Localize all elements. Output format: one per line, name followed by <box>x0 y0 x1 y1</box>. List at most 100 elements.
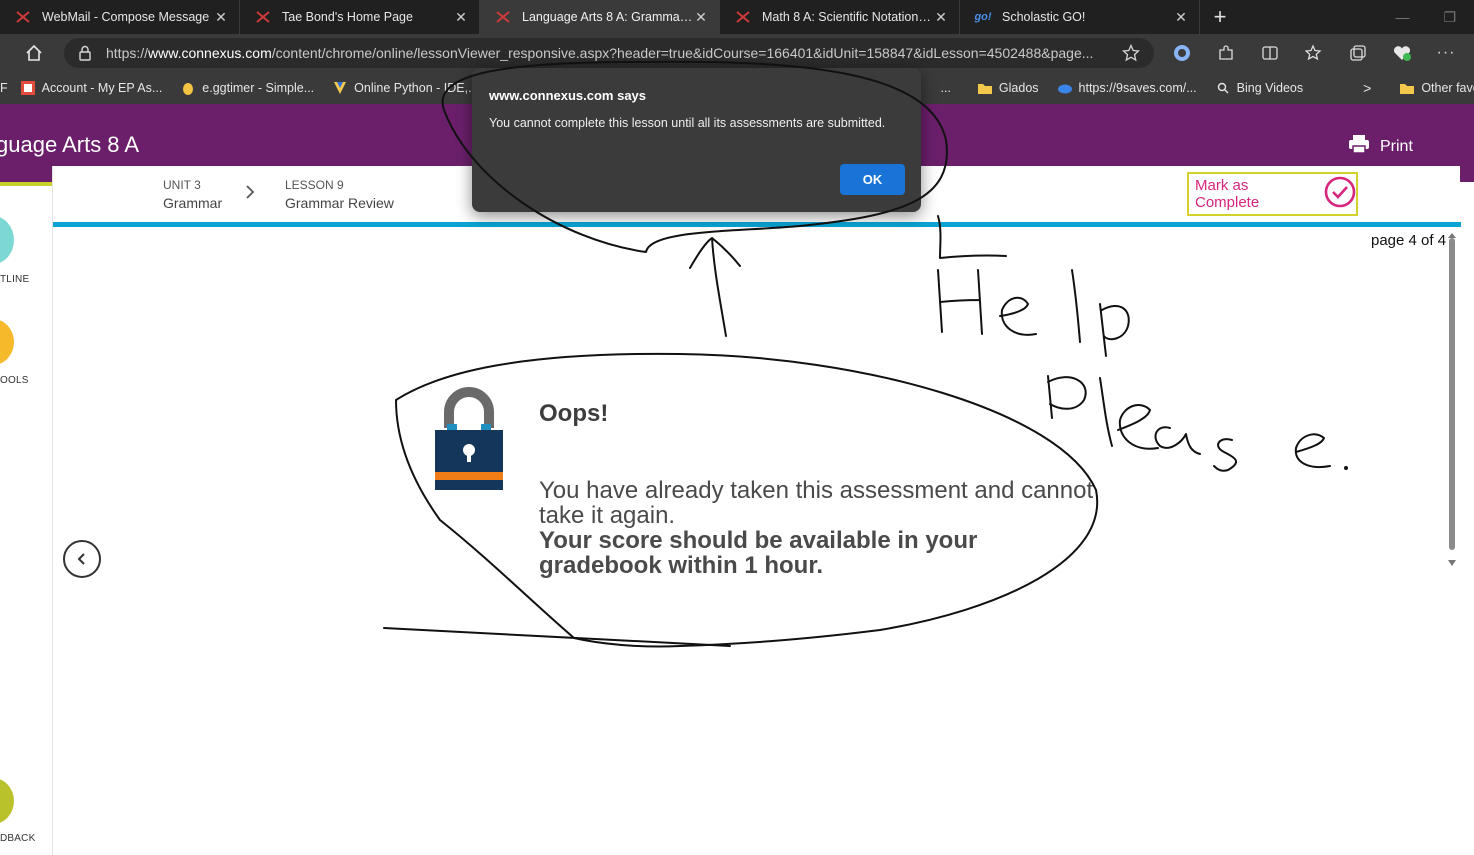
tab-close-icon[interactable]: ✕ <box>1173 9 1189 26</box>
header-accent-line <box>0 182 52 186</box>
favorite-item[interactable]: ... <box>941 81 951 95</box>
outline-button[interactable] <box>0 216 14 264</box>
more-options-icon[interactable]: ··· <box>1436 43 1456 63</box>
favorite-label: Glados <box>998 81 1039 95</box>
page-indicator: page 4 of 4 <box>1371 232 1447 249</box>
outline-label: TLINE <box>0 274 30 285</box>
lesson-content: UNIT 3 Grammar LESSON 9 Grammar Review M… <box>52 166 1461 855</box>
tab-title: WebMail - Compose Message <box>42 10 210 24</box>
search-icon <box>1215 80 1231 96</box>
lock-icon[interactable] <box>78 45 94 61</box>
tab-title: Tae Bond's Home Page <box>282 10 413 24</box>
print-label: Print <box>1380 137 1413 155</box>
connexus-favicon-icon <box>734 10 752 24</box>
tab-close-icon[interactable]: ✕ <box>453 9 469 26</box>
collections-icon[interactable] <box>1348 43 1368 63</box>
folder-icon <box>977 80 993 96</box>
tab-close-icon[interactable]: ✕ <box>693 9 709 26</box>
star-icon[interactable] <box>1122 44 1140 62</box>
split-screen-icon[interactable] <box>1260 43 1280 63</box>
favorite-label: ... <box>940 81 951 95</box>
tab-title: Scholastic GO! <box>1002 10 1086 24</box>
padlock-icon <box>433 386 505 499</box>
window-controls: — ❐ <box>1395 0 1474 34</box>
tab-language-arts[interactable]: Language Arts 8 A: Grammar Revi ✕ <box>480 0 720 34</box>
oops-message-bold: Your score should be available in your g… <box>539 527 978 579</box>
restore-icon[interactable]: ❐ <box>1443 9 1456 26</box>
tools-button[interactable] <box>0 319 14 365</box>
tab-webmail[interactable]: WebMail - Compose Message ✕ <box>0 0 240 34</box>
url-path: /content/chrome/online/lessonViewer_resp… <box>271 45 1094 61</box>
scrollbar-thumb[interactable] <box>1449 238 1455 550</box>
browser-essentials-icon[interactable] <box>1392 43 1412 63</box>
breadcrumb-unit[interactable]: UNIT 3 Grammar <box>163 176 222 212</box>
tab-home-page[interactable]: Tae Bond's Home Page ✕ <box>240 0 480 34</box>
tab-close-icon[interactable]: ✕ <box>933 9 949 26</box>
unit-label: UNIT 3 <box>163 178 201 192</box>
favorite-item[interactable]: Account - My EP As... <box>20 80 163 96</box>
tab-strip: WebMail - Compose Message ✕ Tae Bond's H… <box>0 0 1474 34</box>
other-favorites-label: Other favorites <box>1421 81 1474 95</box>
address-bar[interactable]: https://www.connexus.com/content/chrome/… <box>64 38 1154 68</box>
oops-message: You have already taken this assessment a… <box>539 478 1099 578</box>
favorite-label: e.ggtimer - Simple... <box>202 81 315 95</box>
favorite-label: F <box>0 81 8 95</box>
tab-math[interactable]: Math 8 A: Scientific Notation Port ✕ <box>720 0 960 34</box>
favorites-icon[interactable] <box>1304 43 1324 63</box>
navigation-bar: https://www.connexus.com/content/chrome/… <box>0 34 1474 72</box>
connexus-favicon-icon <box>14 10 32 24</box>
home-icon[interactable] <box>14 44 54 62</box>
url-text[interactable]: https://www.connexus.com/content/chrome/… <box>106 45 1122 61</box>
previous-page-button[interactable] <box>63 540 101 578</box>
mark-complete-label: Mark as Complete <box>1195 177 1260 211</box>
favorite-label: https://9saves.com/... <box>1078 81 1197 95</box>
print-icon <box>1348 134 1370 159</box>
url-host: www.connexus.com <box>148 45 272 61</box>
favorite-label: Online Python - IDE,... <box>354 81 479 95</box>
feedback-label: DBACK <box>0 833 36 844</box>
favorite-item[interactable]: Bing Videos <box>1215 80 1304 96</box>
ep-favicon-icon <box>20 80 36 96</box>
cloud-favicon-icon <box>1057 80 1073 96</box>
favorite-item[interactable]: https://9saves.com/... <box>1057 80 1197 96</box>
mark-as-complete-button[interactable]: Mark as Complete <box>1187 172 1358 216</box>
url-prefix: https:// <box>106 45 149 61</box>
minimize-icon[interactable]: — <box>1395 9 1409 25</box>
favorite-item[interactable]: Glados <box>977 80 1039 96</box>
new-tab-button[interactable]: + <box>1200 0 1240 34</box>
tools-label: OOLS <box>0 375 29 386</box>
favorite-item[interactable]: F <box>0 81 8 95</box>
tab-scholastic[interactable]: go! Scholastic GO! ✕ <box>960 0 1200 34</box>
extensions-icon[interactable] <box>1216 43 1236 63</box>
oops-heading: Oops! <box>539 400 609 427</box>
favorite-item[interactable]: e.ggtimer - Simple... <box>180 80 314 96</box>
ok-button[interactable]: OK <box>840 164 905 195</box>
connexus-favicon-icon <box>254 10 272 24</box>
folder-icon <box>1399 80 1415 96</box>
tab-close-icon[interactable]: ✕ <box>213 9 229 26</box>
dialog-origin: www.connexus.com says <box>489 88 647 103</box>
check-circle-icon <box>1324 176 1356 212</box>
profile-extension-icon[interactable] <box>1172 43 1192 63</box>
breadcrumb-lesson[interactable]: LESSON 9 Grammar Review <box>285 176 394 212</box>
unit-name: Grammar <box>163 195 223 211</box>
lesson-label: LESSON 9 <box>285 178 344 192</box>
favorites-overflow-chevron-icon[interactable]: > <box>1363 80 1371 96</box>
favorite-label: Bing Videos <box>1236 81 1304 95</box>
chevron-left-icon <box>77 553 85 565</box>
python-favicon-icon <box>332 80 348 96</box>
tab-title: Math 8 A: Scientific Notation Port <box>762 10 933 24</box>
alert-dialog: www.connexus.com says You cannot complet… <box>472 68 921 212</box>
feedback-button[interactable] <box>0 778 14 824</box>
favorite-label: Account - My EP As... <box>41 81 163 95</box>
favorite-item[interactable]: Online Python - IDE,... <box>332 80 479 96</box>
other-favorites[interactable]: Other favorites <box>1399 80 1474 96</box>
chevron-right-icon <box>245 184 255 205</box>
eggtimer-favicon-icon <box>180 80 196 96</box>
print-button[interactable]: Print <box>1348 134 1413 159</box>
scholastic-favicon-icon: go! <box>974 11 992 23</box>
toolbar-icons: ··· <box>1172 43 1456 63</box>
oops-message-text: You have already taken this assessment a… <box>539 477 1094 529</box>
course-title: guage Arts 8 A <box>0 132 140 157</box>
connexus-favicon-icon <box>494 10 512 24</box>
